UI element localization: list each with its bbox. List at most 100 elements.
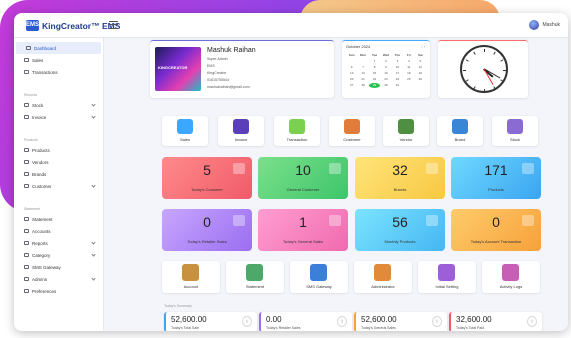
calendar-nav-icon[interactable]: ‹ › [421, 44, 425, 49]
calendar-day[interactable]: 28 [357, 83, 368, 88]
quick-action-sales[interactable]: Sales [162, 116, 208, 146]
invoice-icon [233, 119, 249, 134]
sidebar-item-statement[interactable]: Statement [14, 213, 103, 225]
sidebar-item-sales[interactable]: Sales [14, 54, 103, 66]
quick-action-transaction[interactable]: Transaction [274, 116, 320, 146]
sidebar-item-preferences[interactable]: Preferences [14, 285, 103, 297]
quick-action-sms-gateway[interactable]: SMS Gateway [290, 261, 348, 293]
quick-action-statement[interactable]: Statement [226, 261, 284, 293]
sidebar-item-vendors[interactable]: Vendors [14, 156, 103, 168]
stat-card[interactable]: 171 Products [451, 157, 541, 199]
calendar-day[interactable]: 1 [369, 59, 380, 64]
sidebar-item-label: SMS Gateway [32, 264, 61, 270]
sidebar-item-stock[interactable]: Stock [14, 99, 103, 111]
calendar-day[interactable]: 26 [415, 77, 426, 82]
quick-action-vendor[interactable]: Vendor [383, 116, 429, 146]
calendar-day[interactable]: 6 [346, 65, 357, 70]
sidebar-item-reports[interactable]: Reports [14, 237, 103, 249]
stat-card[interactable]: 32 Brands [355, 157, 445, 199]
sidebar-item-label: Accounts [32, 228, 51, 234]
sidebar-item-label: Products [32, 147, 50, 153]
quick-action-activity-logs[interactable]: Activity Logs [482, 261, 540, 293]
quick-action-label: Brand [454, 137, 466, 142]
calendar-day[interactable]: 18 [403, 71, 414, 76]
sidebar-item-icon [24, 184, 29, 188]
stat-value: 0 [203, 214, 211, 230]
profile-name: Mashuk Raihan [207, 47, 256, 54]
user-menu[interactable]: Mashuk [529, 20, 560, 30]
calendar-day[interactable]: 16 [380, 71, 391, 76]
summary-card: 52,600.00 Today's General Sales ৳ [354, 312, 447, 331]
admin-icon [374, 264, 391, 281]
sidebar-item-transactions[interactable]: Transactions [14, 66, 103, 78]
calendar-day[interactable]: 29 [368, 83, 381, 88]
stat-label: Brands [393, 187, 407, 192]
calendar-day[interactable]: 31 [392, 83, 403, 88]
calendar-day[interactable]: 12 [415, 65, 426, 70]
stat-card[interactable]: 0 Today's Account Transaction [451, 209, 541, 251]
quick-action-account[interactable]: Account [162, 261, 220, 293]
menu-toggle-icon[interactable] [109, 21, 118, 29]
clock-tick [492, 51, 496, 55]
stat-card[interactable]: 56 Monthly Products [355, 209, 445, 251]
calendar-day[interactable]: 5 [415, 59, 426, 64]
sidebar-item-brands[interactable]: Brands [14, 168, 103, 180]
stat-card[interactable]: 5 Today's Customer [162, 157, 252, 199]
quick-action-administrator[interactable]: Administrator [354, 261, 412, 293]
stat-card[interactable]: 10 General Customer [258, 157, 348, 199]
calendar-day[interactable]: 21 [357, 77, 368, 82]
calendar-day[interactable]: 3 [392, 59, 403, 64]
sidebar-item-products[interactable]: Products [14, 144, 103, 156]
calendar-day[interactable]: 4 [403, 59, 414, 64]
calendar-day[interactable]: 10 [392, 65, 403, 70]
calendar-day[interactable]: 11 [403, 65, 414, 70]
stat-card[interactable]: 0 Today's Retailer Sales [162, 209, 252, 251]
sidebar-item-customer[interactable]: Customer [14, 180, 103, 192]
calendar-day[interactable]: 22 [369, 77, 380, 82]
calendar-day [415, 83, 426, 88]
quick-action-invoice[interactable]: Invoice [218, 116, 264, 146]
calendar-day[interactable]: 24 [392, 77, 403, 82]
sidebar-item-sms-gateway[interactable]: SMS Gateway [14, 261, 103, 273]
stat-label: General Customer [286, 187, 320, 192]
currency-icon: ৳ [337, 316, 347, 327]
chevron-down-icon [91, 102, 96, 107]
stat-card[interactable]: 1 Today's General Sales [258, 209, 348, 251]
calendar-grid: Sun Mon Tue Wed Thu Fri Sat 1 2 3 4 5 6 7 8 9 10 11 12 13 14… [346, 53, 426, 88]
calendar-day[interactable]: 9 [380, 65, 391, 70]
logo-mark: EMS [26, 20, 39, 31]
calendar-day[interactable]: 7 [357, 65, 368, 70]
calendar-day[interactable]: 17 [392, 71, 403, 76]
calendar-day[interactable]: 8 [369, 65, 380, 70]
calendar-day[interactable]: 23 [380, 77, 391, 82]
calendar-weekday: Tue [372, 53, 378, 57]
quick-action-customer[interactable]: Customer [329, 116, 375, 146]
calendar-day[interactable]: 15 [369, 71, 380, 76]
sidebar-item-admins[interactable]: Admins [14, 273, 103, 285]
calendar-day[interactable]: 19 [415, 71, 426, 76]
quick-action-initial-setting[interactable]: Initial Setting [418, 261, 476, 293]
sidebar-item-accounts[interactable]: Accounts [14, 225, 103, 237]
sidebar-item-label: Customer [32, 183, 52, 189]
calendar-day[interactable]: 25 [403, 77, 414, 82]
calendar-day [346, 59, 357, 64]
sidebar-item-label: Transactions [32, 69, 58, 75]
clock-tick [472, 51, 476, 55]
quick-action-stock[interactable]: Stock [492, 116, 538, 146]
calendar-day[interactable]: 14 [357, 71, 368, 76]
sidebar-item-dashboard[interactable]: Dashboard [16, 42, 101, 54]
quick-action-label: Customer [343, 137, 361, 142]
quick-action-label: Sales [179, 137, 190, 142]
sidebar-item-category[interactable]: Category [14, 249, 103, 261]
calendar-day[interactable]: 30 [380, 83, 391, 88]
calendar-day[interactable]: 2 [380, 59, 391, 64]
sidebar-item-icon [24, 103, 29, 107]
app-logo[interactable]: EMS KingCreator™ EMS [26, 20, 120, 31]
quick-action-brand[interactable]: Brand [437, 116, 483, 146]
sidebar-item-invoice[interactable]: Invoice [14, 111, 103, 123]
sidebar-item-label: Brands [32, 171, 47, 177]
calendar-day[interactable]: 13 [346, 71, 357, 76]
calendar-day[interactable]: 27 [346, 83, 357, 88]
sidebar-item-icon [24, 265, 29, 269]
calendar-day[interactable]: 20 [346, 77, 357, 82]
